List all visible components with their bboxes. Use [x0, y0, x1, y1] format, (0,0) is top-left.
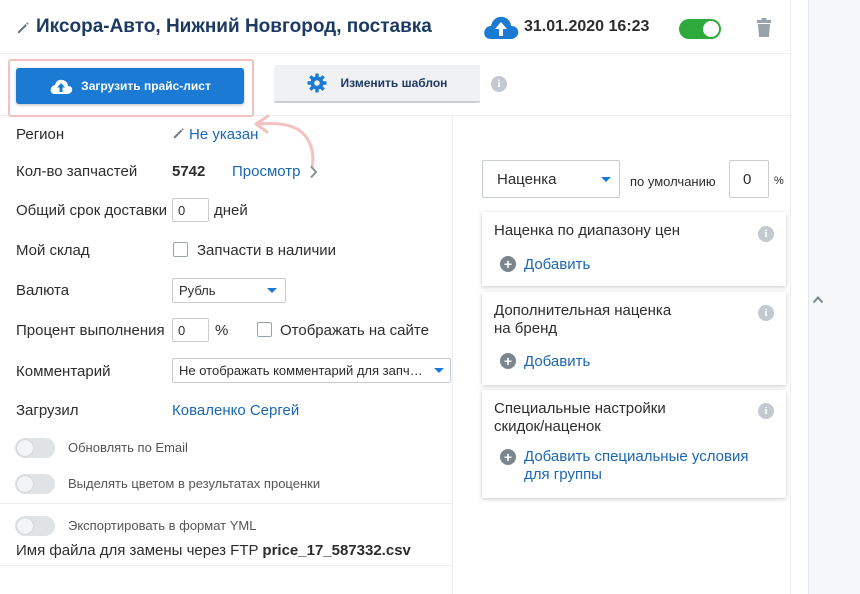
page-title: Иксора-Авто, Нижний Новгород, поставка [36, 16, 432, 37]
bottom-divider [0, 565, 452, 566]
toggle-divider [0, 503, 452, 504]
email-update-label: Обновлять по Email [68, 440, 188, 455]
parts-count-value: 5742 [172, 163, 206, 180]
gear-icon [307, 73, 327, 93]
card-title-line: Специальные настройки [494, 400, 666, 417]
delivery-time-label: Общий срок доставки [16, 202, 167, 219]
uploader-link[interactable]: Коваленко Сергей [172, 402, 299, 419]
info-icon[interactable]: i [758, 403, 774, 419]
pencil-icon[interactable] [172, 127, 185, 140]
parts-count-label: Кол-во запчастей [16, 163, 138, 180]
region-label: Регион [16, 126, 65, 143]
chevron-right-icon[interactable] [309, 165, 318, 179]
in-stock-label: Запчасти в наличии [197, 242, 337, 259]
add-special-conditions-link[interactable]: Добавить специальные условия для группы [524, 448, 748, 484]
cloud-upload-icon [50, 79, 73, 94]
add-link-line: Добавить специальные условия [524, 448, 749, 465]
highlight-results-label: Выделять цветом в результатах проценки [68, 476, 321, 491]
add-brand-markup-link[interactable]: Добавить [524, 353, 590, 371]
plus-circle-icon: + [500, 256, 516, 272]
export-yml-label: Экспортировать в формат YML [68, 518, 257, 533]
currency-value: Рубль [179, 283, 216, 298]
upload-datetime: 31.01.2020 16:23 [524, 18, 650, 35]
default-markup-unit: % [774, 175, 784, 187]
card-title: Дополнительная наценка на бренд [494, 302, 671, 338]
card-title: Специальные настройки скидок/наценок [494, 400, 666, 436]
chevron-down-icon [267, 288, 277, 293]
currency-label: Валюта [16, 282, 70, 299]
region-link[interactable]: Не указан [189, 126, 258, 143]
supply-enabled-toggle[interactable] [679, 19, 721, 39]
markup-type-value: Наценка [497, 170, 557, 188]
cloud-upload-icon[interactable] [482, 13, 520, 41]
markup-type-select[interactable]: Наценка [482, 160, 620, 198]
delivery-days-unit: дней [214, 202, 248, 219]
default-label: по умолчанию [630, 174, 716, 189]
card-title-line: скидок/наценок [494, 418, 601, 435]
chevron-down-icon [601, 177, 611, 182]
comment-label: Комментарий [16, 363, 111, 380]
pencil-icon[interactable] [16, 21, 30, 35]
card-title-line: на бренд [494, 320, 558, 337]
card-title: Наценка по диапазону цен [494, 222, 681, 239]
info-icon[interactable]: i [758, 305, 774, 321]
ftp-label-text: Имя файла для замены через FTP [16, 542, 259, 559]
card-title-line: Дополнительная наценка [494, 302, 672, 319]
highlight-results-toggle[interactable] [15, 474, 55, 494]
email-update-toggle[interactable] [15, 438, 55, 458]
chevron-up-icon[interactable] [812, 294, 824, 306]
change-template-button[interactable]: Изменить шаблон [274, 65, 480, 103]
info-icon[interactable]: i [491, 76, 507, 92]
ftp-filename-value: price_17_587332.csv [262, 542, 411, 559]
change-template-label: Изменить шаблон [340, 76, 448, 90]
info-icon[interactable]: i [758, 226, 774, 242]
export-yml-toggle[interactable] [15, 516, 55, 536]
comment-value: Не отображать комментарий для запчастей [179, 363, 427, 378]
special-settings-card: Специальные настройки скидок/наценок i +… [482, 390, 786, 498]
fulfillment-percent-input[interactable] [172, 318, 209, 342]
chevron-down-icon [434, 368, 444, 373]
in-stock-checkbox[interactable] [173, 242, 188, 257]
fulfillment-label: Процент выполнения [16, 322, 165, 339]
add-link-line: для группы [524, 466, 602, 483]
trash-icon[interactable] [756, 18, 772, 38]
column-divider [452, 115, 453, 594]
upload-price-list-label: Загрузить прайс-лист [81, 79, 211, 93]
brand-markup-card: Дополнительная наценка на бренд i + Доба… [482, 292, 786, 385]
ftp-filename-label: Имя файла для замены через FTP price_17_… [16, 542, 411, 559]
uploader-label: Загрузил [16, 402, 79, 419]
default-markup-input[interactable] [729, 160, 769, 198]
comment-select[interactable]: Не отображать комментарий для запчастей [172, 358, 451, 383]
plus-circle-icon: + [500, 449, 516, 465]
fulfillment-unit: % [215, 322, 229, 339]
warehouse-label: Мой склад [16, 242, 90, 259]
show-on-site-checkbox[interactable] [257, 322, 272, 337]
show-on-site-label: Отображать на сайте [280, 322, 429, 339]
add-price-range-link[interactable]: Добавить [524, 256, 590, 274]
header-divider [0, 53, 790, 54]
plus-circle-icon: + [500, 353, 516, 369]
view-parts-link[interactable]: Просмотр [232, 163, 301, 180]
delivery-days-input[interactable] [172, 198, 209, 222]
upload-price-list-button[interactable]: Загрузить прайс-лист [16, 68, 244, 104]
panel-divider [790, 0, 791, 594]
price-range-markup-card: Наценка по диапазону цен i + Добавить [482, 212, 786, 286]
